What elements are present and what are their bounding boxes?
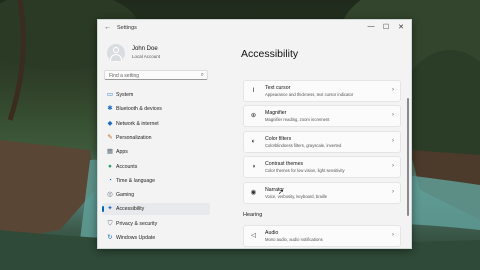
setting-description: Mono audio, audio notifications xyxy=(265,237,323,242)
setting-title: Magnifier xyxy=(265,110,287,116)
active-indicator xyxy=(102,206,104,213)
maximize-button[interactable]: ☐ xyxy=(379,23,393,31)
close-button[interactable]: ✕ xyxy=(394,23,408,31)
shield-icon: ⛉ xyxy=(107,219,113,227)
setting-description: Voice, verbosity, keyboard, braille xyxy=(265,194,328,199)
chevron-right-icon: › xyxy=(392,138,394,144)
sidebar-item-personalization[interactable]: ✎ Personalization xyxy=(102,132,210,144)
page-title: Accessibility xyxy=(241,48,299,60)
apps-icon: ▦ xyxy=(106,148,114,156)
network-icon: ◆ xyxy=(107,119,113,127)
sidebar-item-privacy-security[interactable]: ⛉ Privacy & security xyxy=(102,218,210,230)
chevron-right-icon: › xyxy=(392,189,394,195)
accessibility-icon: ✦ xyxy=(107,205,113,213)
setting-card-text-cursor[interactable]: Ⅰ Text cursor Appearance and thickness, te… xyxy=(243,80,401,102)
setting-title: Contrast themes xyxy=(265,161,304,167)
user-name: John Doe xyxy=(132,46,158,52)
sidebar-item-label: Accounts xyxy=(116,163,138,170)
sidebar-item-windows-update[interactable]: ↻ Windows Update xyxy=(102,232,210,244)
sidebar-item-network-internet[interactable]: ◆ Network & internet xyxy=(102,118,210,130)
person-icon: ● xyxy=(108,162,112,170)
gamepad-icon: ◎ xyxy=(107,191,113,199)
scrollbar[interactable] xyxy=(407,98,409,216)
setting-description: Magnifier reading, zoom increment xyxy=(265,117,330,122)
account-type: Local Account xyxy=(132,54,161,59)
setting-title: Text cursor xyxy=(265,85,291,91)
sidebar-item-label: Apps xyxy=(116,149,128,156)
sidebar-item-label: Personalization xyxy=(116,134,152,141)
contrast-icon: ◑ xyxy=(251,163,256,170)
section-heading-hearing: Hearing xyxy=(243,212,263,218)
search-input[interactable]: Find a setting ⌕ xyxy=(104,70,208,80)
setting-card-magnifier[interactable]: ⊕ Magnifier Magnifier reading, zoom increm… xyxy=(243,105,401,127)
sidebar-item-label: Network & internet xyxy=(116,120,159,127)
search-placeholder: Find a setting xyxy=(109,72,140,79)
sidebar: John Doe Local Account Find a setting ⌕ … xyxy=(98,38,214,248)
sidebar-item-label: Accessibility xyxy=(116,206,145,213)
avatar[interactable] xyxy=(107,44,125,62)
speaker-icon: ◁ xyxy=(251,232,256,239)
color-filter-icon: ◐ xyxy=(251,138,256,145)
setting-description: Color themes for low vision, light sensi… xyxy=(265,168,345,173)
minimize-button[interactable]: — xyxy=(364,23,378,30)
sidebar-item-time-language[interactable]: ◔ Time & language xyxy=(102,175,210,187)
setting-title: Audio xyxy=(265,230,279,236)
brush-icon: ✎ xyxy=(107,133,113,141)
sidebar-item-system[interactable]: ▭ System xyxy=(102,89,210,101)
narrator-icon: ◉ xyxy=(250,189,257,196)
sidebar-item-accessibility[interactable]: ✦ Accessibility xyxy=(102,203,210,216)
sidebar-item-label: Windows Update xyxy=(116,235,156,241)
update-icon: ↻ xyxy=(107,234,113,241)
back-button[interactable]: ← xyxy=(104,24,111,31)
sidebar-item-apps[interactable]: ▦ Apps xyxy=(102,146,210,158)
chevron-right-icon: › xyxy=(392,112,394,118)
setting-description: Colorblindness filters, grayscale, inver… xyxy=(265,143,342,148)
title-bar: ← Settings — ☐ ✕ xyxy=(98,20,411,38)
magnifier-icon: ⊕ xyxy=(250,112,257,119)
chevron-right-icon: › xyxy=(392,87,394,93)
setting-card-contrast-themes[interactable]: ◑ Contrast themes Color themes for low vis… xyxy=(243,156,401,178)
main-content: Accessibility Ⅰ Text cursor Appearance and… xyxy=(214,38,411,248)
sidebar-item-label: System xyxy=(116,92,134,98)
settings-window: ← Settings — ☐ ✕ John Doe Local Account … xyxy=(97,19,412,249)
sidebar-item-label: Time & language xyxy=(116,177,156,184)
sidebar-item-label: Privacy & security xyxy=(116,220,158,227)
bluetooth-icon: ✱ xyxy=(107,105,113,113)
text-cursor-icon: Ⅰ xyxy=(252,87,255,94)
clock-icon: ◔ xyxy=(108,176,112,184)
setting-card-color-filters[interactable]: ◐ Color filters Colorblindness filters, gr… xyxy=(243,131,401,153)
mouse-pointer-icon: ➚ xyxy=(278,189,284,196)
sidebar-item-accounts[interactable]: ● Accounts xyxy=(102,161,210,173)
setting-card-audio[interactable]: ◁ Audio Mono audio, audio notifications › xyxy=(243,225,401,247)
setting-title: Color filters xyxy=(265,136,292,142)
sidebar-item-bluetooth-devices[interactable]: ✱ Bluetooth & devices xyxy=(102,103,210,115)
monitor-icon: ▭ xyxy=(106,91,114,98)
sidebar-item-gaming[interactable]: ◎ Gaming xyxy=(102,189,210,201)
window-title: Settings xyxy=(117,25,137,31)
sidebar-item-label: Bluetooth & devices xyxy=(116,106,162,113)
sidebar-item-label: Gaming xyxy=(116,192,135,199)
chevron-right-icon: › xyxy=(392,232,394,238)
search-icon: ⌕ xyxy=(200,72,204,78)
chevron-right-icon: › xyxy=(392,163,394,169)
setting-description: Appearance and thickness, text cursor in… xyxy=(265,92,354,97)
setting-card-narrator[interactable]: ◉ Narrator Voice, verbosity, keyboard, bra… xyxy=(243,182,401,204)
